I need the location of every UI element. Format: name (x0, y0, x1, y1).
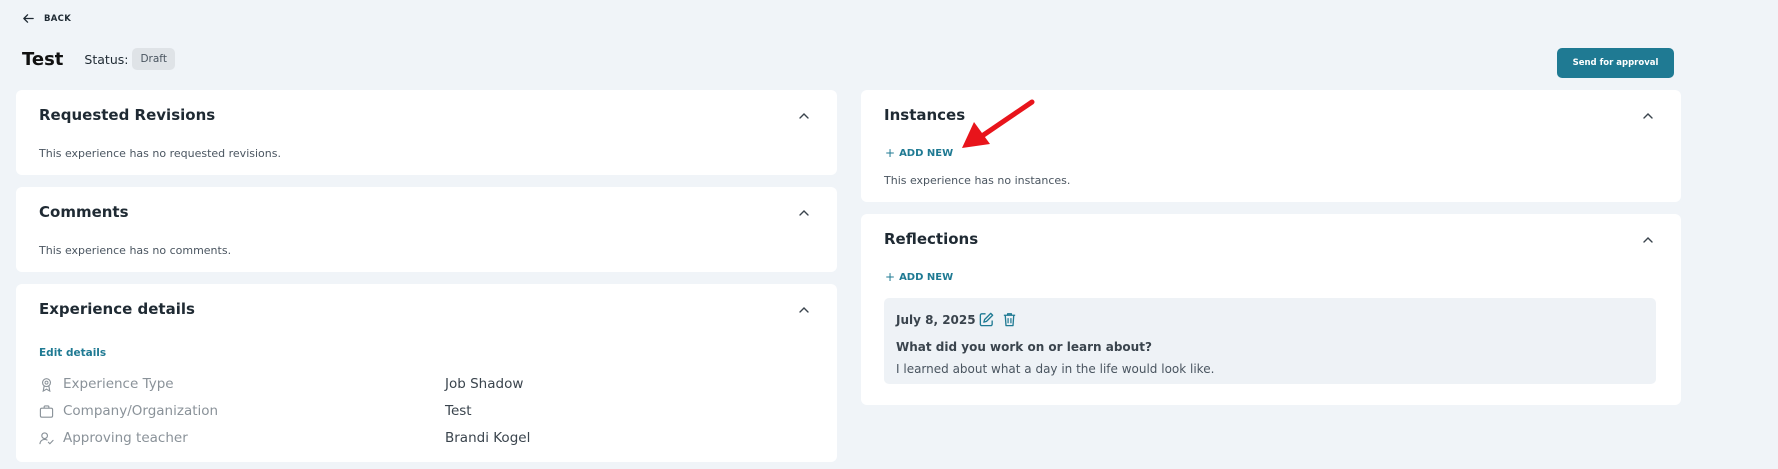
page-title: Test (22, 48, 64, 70)
plus-icon: + (885, 146, 896, 160)
requested-revisions-card: Requested Revisions This experience has … (16, 90, 837, 175)
chevron-up-icon[interactable] (798, 304, 810, 316)
chevron-up-icon[interactable] (1642, 110, 1654, 122)
reflection-item: July 8, 2025 What did you work on or lea… (884, 298, 1656, 384)
instances-title: Instances (884, 106, 966, 124)
send-for-approval-button[interactable]: Send for approval (1557, 48, 1674, 78)
chevron-up-icon[interactable] (798, 110, 810, 122)
back-link[interactable]: BACK (22, 12, 71, 25)
status-badge: Draft (132, 48, 175, 70)
detail-label: Approving teacher (63, 430, 188, 446)
comments-card: Comments This experience has no comments… (16, 187, 837, 272)
experience-details-title: Experience details (39, 300, 195, 318)
detail-row-approving-teacher: Approving teacher Brandi Kogel (39, 430, 530, 446)
reflection-actions (978, 311, 1018, 328)
detail-value: Test (445, 403, 472, 419)
experience-details-card: Experience details Edit details Experien… (16, 284, 837, 462)
chevron-up-icon[interactable] (1642, 234, 1654, 246)
chevron-up-icon[interactable] (798, 207, 810, 219)
back-label: BACK (44, 13, 72, 24)
plus-icon: + (885, 270, 896, 284)
detail-label: Experience Type (63, 376, 174, 392)
detail-value: Brandi Kogel (445, 430, 531, 446)
add-new-label: ADD NEW (899, 271, 954, 283)
detail-row-experience-type: Experience Type Job Shadow (39, 376, 523, 392)
instances-empty: This experience has no instances. (884, 174, 1071, 187)
requested-revisions-title: Requested Revisions (39, 106, 216, 124)
edit-details-link[interactable]: Edit details (39, 347, 106, 359)
reflections-title: Reflections (884, 230, 979, 248)
badge-icon (42, 377, 51, 392)
requested-revisions-empty: This experience has no requested revisio… (39, 147, 281, 160)
detail-row-company: Company/Organization Test (39, 403, 472, 419)
arrow-left-icon (23, 14, 34, 23)
add-reflection-button[interactable]: + ADD NEW (885, 270, 953, 284)
detail-label: Company/Organization (63, 403, 219, 419)
detail-value: Job Shadow (445, 376, 524, 392)
status-label: Status: (84, 51, 129, 67)
user-check-icon (39, 431, 54, 445)
reflection-answer: I learned about what a day in the life w… (896, 362, 1215, 376)
reflections-card: Reflections + ADD NEW July 8, 2025 What … (861, 214, 1681, 405)
briefcase-icon (39, 404, 54, 418)
comments-empty: This experience has no comments. (39, 244, 232, 257)
page-header: Test Status: Draft (22, 48, 175, 70)
trash-icon[interactable] (1001, 311, 1018, 328)
add-new-label: ADD NEW (899, 147, 954, 159)
reflection-question: What did you work on or learn about? (896, 340, 1152, 354)
reflection-date: July 8, 2025 (896, 313, 976, 327)
annotation-arrow-icon (962, 99, 1035, 148)
edit-icon[interactable] (978, 311, 995, 328)
comments-title: Comments (39, 203, 129, 221)
add-instance-button[interactable]: + ADD NEW (885, 146, 953, 160)
